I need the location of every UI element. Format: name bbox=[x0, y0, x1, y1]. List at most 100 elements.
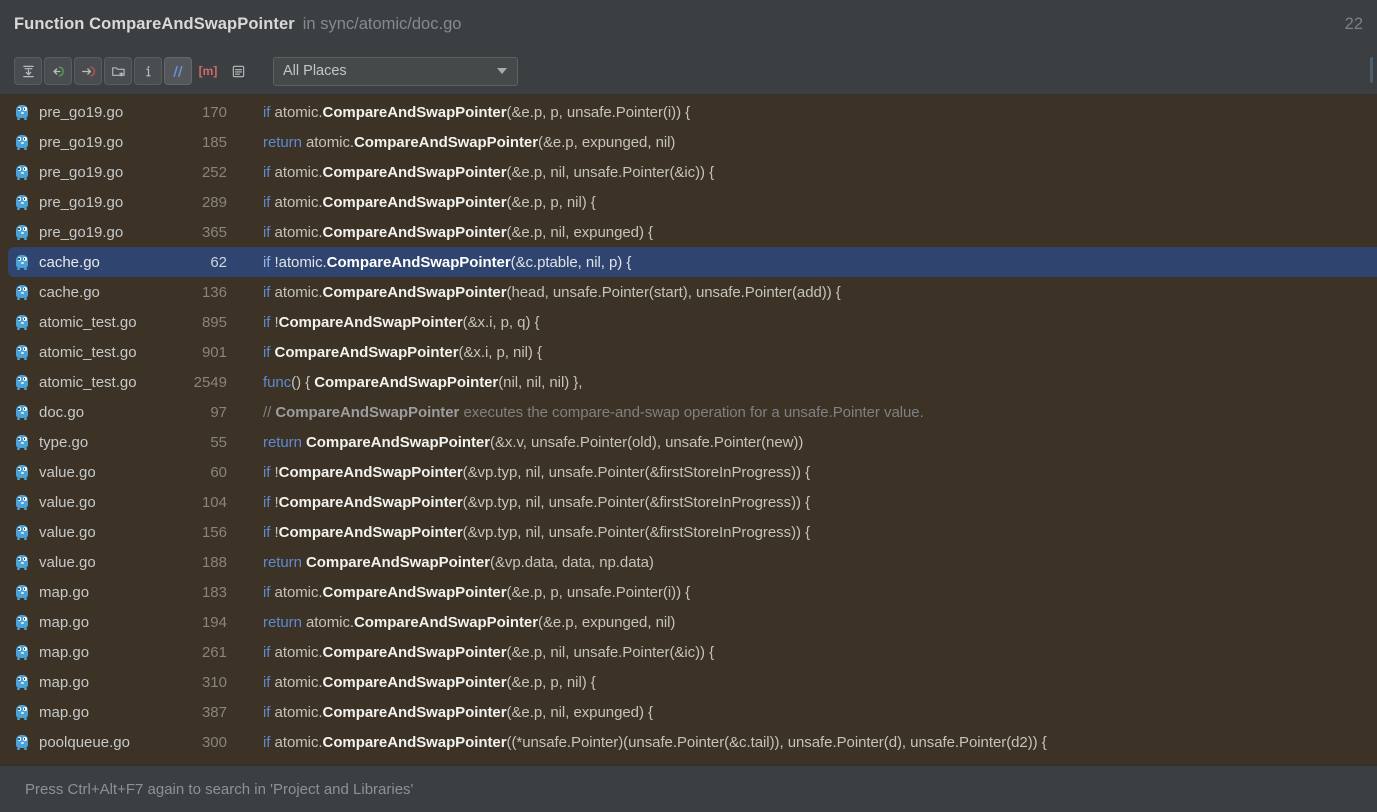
go-file-icon bbox=[14, 584, 30, 600]
usage-row[interactable]: map.go 387 if atomic.CompareAndSwapPointer… bbox=[0, 697, 1377, 727]
usage-code-snippet: if atomic.CompareAndSwapPointer((*unsafe… bbox=[263, 734, 1377, 751]
usage-match-text: CompareAndSwapPointer bbox=[322, 703, 507, 721]
usage-match-text: CompareAndSwapPointer bbox=[326, 253, 511, 271]
usage-match-text: CompareAndSwapPointer bbox=[306, 553, 490, 571]
usage-file-name: pre_go19.go bbox=[39, 163, 124, 181]
usage-code-text: if bbox=[263, 733, 275, 751]
usage-row[interactable]: value.go 156 if !CompareAndSwapPointer(&vp… bbox=[0, 517, 1377, 547]
usage-row[interactable]: value.go 104 if !CompareAndSwapPointer(&vp… bbox=[0, 487, 1377, 517]
usage-line-number: 183 bbox=[201, 583, 227, 601]
usage-line-number: 2549 bbox=[193, 373, 227, 391]
usage-row[interactable]: value.go 188 return CompareAndSwapPointer(… bbox=[0, 547, 1377, 577]
usage-row[interactable]: doc.go 97 // CompareAndSwapPointer execute… bbox=[0, 397, 1377, 427]
usage-row[interactable]: pre_go19.go 289 if atomic.CompareAndSwapPo… bbox=[0, 187, 1377, 217]
usage-row[interactable]: pre_go19.go 252 if atomic.CompareAndSwapPo… bbox=[0, 157, 1377, 187]
usage-code-text: (head, unsafe.Pointer(start), unsafe.Poi… bbox=[506, 283, 841, 301]
toolbar-right-edge-handle[interactable] bbox=[1370, 57, 1373, 83]
usage-code-text: (&e.p, nil, unsafe.Pointer(&ic)) { bbox=[506, 643, 715, 661]
usage-row[interactable]: atomic_test.go 2549 func() { CompareAndSwa… bbox=[0, 367, 1377, 397]
usage-row[interactable]: cache.go 136 if atomic.CompareAndSwapPoint… bbox=[0, 277, 1377, 307]
usage-code-text: (&e.p, nil, expunged) { bbox=[506, 223, 654, 241]
usage-code-text: executes the compare-and-swap operation … bbox=[459, 403, 924, 421]
usage-row[interactable]: value.go 60 if !CompareAndSwapPointer(&vp.… bbox=[0, 457, 1377, 487]
usage-code-snippet: if atomic.CompareAndSwapPointer(&e.p, p,… bbox=[263, 104, 1377, 121]
usage-match-text: CompareAndSwapPointer bbox=[278, 493, 463, 511]
scope-dropdown[interactable]: All Places bbox=[273, 56, 518, 86]
usage-row[interactable]: cache.go 62 if !atomic.CompareAndSwapPoint… bbox=[8, 247, 1377, 277]
usage-row[interactable]: map.go 310 if atomic.CompareAndSwapPointer… bbox=[0, 667, 1377, 697]
usage-line-number: 901 bbox=[201, 343, 227, 361]
window-header: Function CompareAndSwapPointer in sync/a… bbox=[0, 0, 1377, 48]
usage-file-name: cache.go bbox=[39, 253, 100, 271]
usage-row[interactable]: map.go 183 if atomic.CompareAndSwapPointer… bbox=[0, 577, 1377, 607]
usage-code-snippet: if !CompareAndSwapPointer(&vp.typ, nil, … bbox=[263, 464, 1377, 481]
usage-line-number: 300 bbox=[201, 733, 227, 751]
usage-row[interactable]: map.go 261 if atomic.CompareAndSwapPointer… bbox=[0, 637, 1377, 667]
go-file-icon bbox=[14, 374, 30, 390]
usage-file-name: atomic_test.go bbox=[39, 313, 137, 331]
info-glyph bbox=[145, 65, 151, 76]
go-file-icon bbox=[14, 704, 30, 720]
usage-code-text: atomic. bbox=[274, 223, 323, 241]
go-file-icon bbox=[14, 164, 30, 180]
filter-comments-icon[interactable] bbox=[164, 57, 192, 85]
usage-code-text: if bbox=[263, 493, 275, 511]
filter-string-literals-icon[interactable]: [m] bbox=[194, 57, 222, 85]
usage-line-number: 387 bbox=[201, 703, 227, 721]
usage-code-snippet: if atomic.CompareAndSwapPointer(&e.p, ni… bbox=[263, 704, 1377, 721]
usage-row[interactable]: type.go 55 return CompareAndSwapPointer(&x… bbox=[0, 427, 1377, 457]
usage-row[interactable]: pre_go19.go 185 return atomic.CompareAndSw… bbox=[0, 127, 1377, 157]
usage-code-text: (&e.p, expunged, nil) bbox=[538, 133, 676, 151]
folder-star-glyph bbox=[111, 66, 125, 77]
usage-line-number: 170 bbox=[201, 103, 227, 121]
page-subtitle: in sync/atomic/doc.go bbox=[302, 14, 462, 33]
usage-code-text: atomic. bbox=[306, 613, 355, 631]
next-occurrence-icon[interactable] bbox=[74, 57, 102, 85]
next-occurrence-glyph bbox=[81, 66, 95, 76]
list-lines-glyph bbox=[232, 65, 244, 77]
view-options-icon[interactable] bbox=[224, 57, 252, 85]
usage-code-text: atomic. bbox=[274, 193, 323, 211]
usage-match-text: CompareAndSwapPointer bbox=[354, 133, 538, 151]
usage-line-number: 188 bbox=[201, 553, 227, 571]
usage-file-name: value.go bbox=[39, 553, 96, 571]
usage-line-number: 194 bbox=[201, 613, 227, 631]
usage-code-snippet: return atomic.CompareAndSwapPointer(&e.p… bbox=[263, 134, 1377, 151]
usage-row[interactable]: map.go 194 return atomic.CompareAndSwapPoi… bbox=[0, 607, 1377, 637]
usage-file-name: pre_go19.go bbox=[39, 133, 124, 151]
usage-match-text: CompareAndSwapPointer bbox=[322, 103, 507, 121]
usage-row[interactable]: pre_go19.go 365 if atomic.CompareAndSwapPo… bbox=[0, 217, 1377, 247]
usage-row[interactable]: poolqueue.go 300 if atomic.CompareAndSwapP… bbox=[0, 727, 1377, 757]
group-by-file-structure-icon[interactable] bbox=[104, 57, 132, 85]
usage-code-text: if bbox=[263, 313, 275, 331]
usage-code-snippet: if !CompareAndSwapPointer(&vp.typ, nil, … bbox=[263, 524, 1377, 541]
usage-line-number: 55 bbox=[210, 433, 227, 451]
usage-code-text: (&x.i, p, q) { bbox=[462, 313, 540, 331]
usage-line-number: 365 bbox=[201, 223, 227, 241]
usage-code-text: if bbox=[263, 103, 275, 121]
usage-info-icon[interactable] bbox=[134, 57, 162, 85]
usage-match-text: CompareAndSwapPointer bbox=[275, 403, 460, 421]
expand-all-glyph bbox=[22, 65, 34, 77]
previous-occurrence-icon[interactable] bbox=[44, 57, 72, 85]
usage-row[interactable]: pre_go19.go 170 if atomic.CompareAndSwapPo… bbox=[0, 97, 1377, 127]
usage-row[interactable]: atomic_test.go 895 if !CompareAndSwapPoint… bbox=[0, 307, 1377, 337]
usage-code-text: atomic. bbox=[274, 733, 323, 751]
usage-code-text: (&vp.typ, nil, unsafe.Pointer(&firstStor… bbox=[462, 493, 811, 511]
usage-line-number: 104 bbox=[201, 493, 227, 511]
go-file-icon bbox=[14, 434, 30, 450]
go-file-icon bbox=[14, 134, 30, 150]
expand-all-icon[interactable] bbox=[14, 57, 42, 85]
usage-row[interactable]: atomic_test.go 901 if CompareAndSwapPointe… bbox=[0, 337, 1377, 367]
usage-file-name: map.go bbox=[39, 673, 90, 691]
usage-match-text: CompareAndSwapPointer bbox=[278, 523, 463, 541]
go-file-icon bbox=[14, 314, 30, 330]
usage-file-name: type.go bbox=[39, 433, 89, 451]
usages-list[interactable]: pre_go19.go 170 if atomic.CompareAndSwapPo… bbox=[0, 95, 1377, 765]
string-literal-glyph: [m] bbox=[198, 64, 218, 78]
usage-code-text: (&x.v, unsafe.Pointer(old), unsafe.Point… bbox=[490, 433, 804, 451]
usage-match-text: CompareAndSwapPointer bbox=[322, 283, 507, 301]
go-file-icon bbox=[14, 104, 30, 120]
usage-code-snippet: if atomic.CompareAndSwapPointer(&e.p, p,… bbox=[263, 194, 1377, 211]
status-bar: Press Ctrl+Alt+F7 again to search in 'Pr… bbox=[0, 765, 1377, 812]
